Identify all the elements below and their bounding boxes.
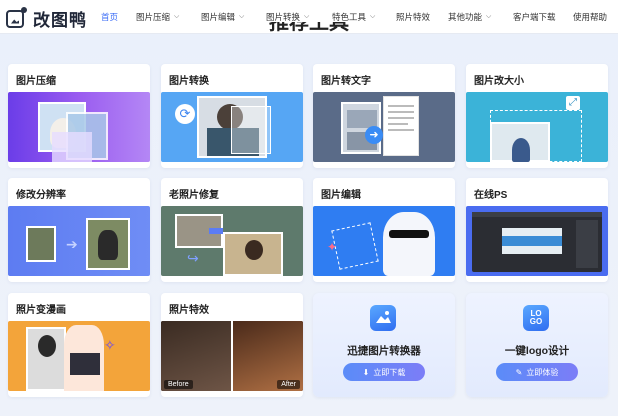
promo-card-logo-design[interactable]: LO GO 一键logo设计 ✎ 立即体验 [466,293,608,397]
logo-design-app-icon: LO GO [523,305,549,331]
promo-card-image-converter[interactable]: 迅捷图片转换器 ⬇ 立即下载 [313,293,455,397]
download-icon: ⬇ [362,367,370,377]
thumbnail-photo-effects: Before After [161,321,303,391]
download-now-button[interactable]: ⬇ 立即下载 [343,363,425,381]
image-converter-app-icon [370,305,396,331]
thumbnail-photo-to-cartoon: ✧ [8,321,150,391]
before-label: Before [164,380,193,389]
chevron-down-icon: ⌵ [174,13,180,20]
edit-pen-icon: ✎ [515,367,523,377]
tool-card-image-edit[interactable]: 图片编辑 ✦ [313,178,455,282]
thumbnail-image-edit: ✦ [313,206,455,276]
after-label: After [277,380,300,389]
refresh-icon: ⟳ [175,104,195,124]
arrow-right-icon: ➔ [66,236,78,252]
tool-card-image-compress[interactable]: 图片压缩 [8,64,150,168]
promo-title: 迅捷图片转换器 [347,345,421,357]
curved-arrow-icon: ↪ [187,250,199,266]
tool-card-online-ps[interactable]: 在线PS [466,178,608,282]
magic-wand-icon: ✧ [104,337,116,353]
tool-card-photo-to-cartoon[interactable]: 照片变漫画 ✧ [8,293,150,397]
card-title: 在线PS [474,190,508,201]
thumbnail-image-compress [8,92,150,162]
sparkle-icon: ✦ [327,240,338,254]
thumbnail-resolution: ➔ [8,206,150,276]
thumbnail-image-convert: ⟳ [161,92,303,162]
card-title: 老照片修复 [169,190,219,201]
chevron-down-icon: ⌵ [304,13,310,20]
tool-card-photo-effects[interactable]: 照片特效 Before After [161,293,303,397]
thumbnail-image-to-text: ➜ [313,92,455,162]
promo-title: 一键logo设计 [504,345,570,357]
tool-card-image-resize[interactable]: 图片改大小 ⤢ [466,64,608,168]
card-title: 图片编辑 [321,190,361,201]
thumbnail-image-resize: ⤢ [466,92,608,162]
try-now-button[interactable]: ✎ 立即体验 [496,363,578,381]
chevron-down-icon: ⌵ [370,13,376,20]
arrow-right-icon: ➜ [365,126,383,144]
tool-card-resolution[interactable]: 修改分辨率 ➔ [8,178,150,282]
badge [209,228,223,234]
thumbnail-old-photo-repair: ↪ [161,206,303,276]
tool-card-image-to-text[interactable]: 图片转文字 ➜ [313,64,455,168]
card-title: 照片变漫画 [16,305,66,316]
thumbnail-online-ps [466,206,608,276]
chevron-down-icon: ⌵ [239,13,245,20]
chevron-down-icon: ⌵ [486,13,492,20]
card-title: 图片压缩 [16,76,56,87]
resize-icon: ⤢ [566,96,580,110]
card-title: 修改分辨率 [16,190,66,201]
tool-card-old-photo-repair[interactable]: 老照片修复 ↪ [161,178,303,282]
card-title: 图片转文字 [321,76,371,87]
card-title: 照片特效 [169,305,209,316]
card-title: 图片改大小 [474,76,524,87]
card-title: 图片转换 [169,76,209,87]
tool-card-image-convert[interactable]: 图片转换 ⟳ [161,64,303,168]
section-title: 推荐工具 [269,22,349,34]
